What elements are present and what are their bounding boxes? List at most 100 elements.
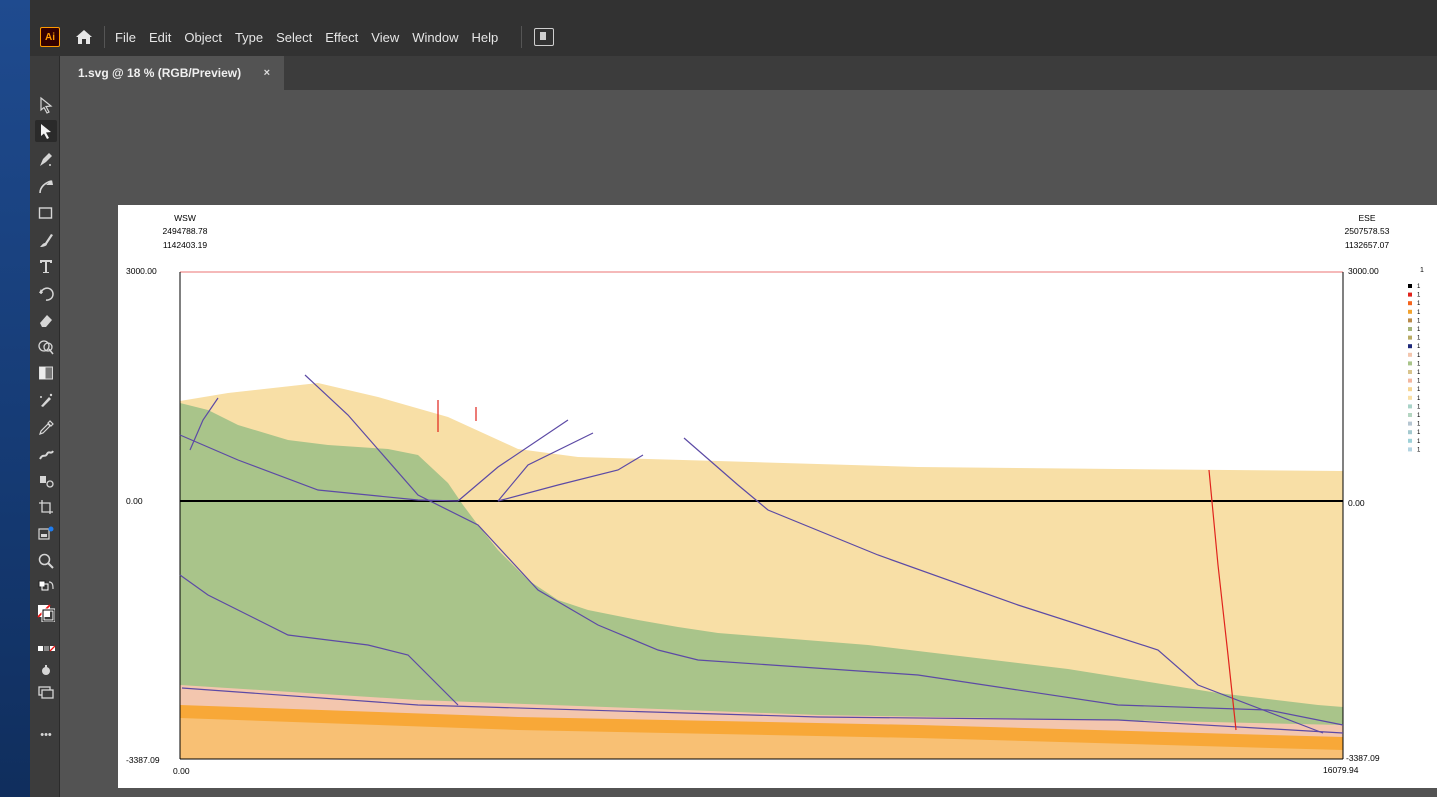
legend-label: 1	[1417, 318, 1421, 324]
color-mode-icon-glyph	[38, 645, 55, 652]
graph-tool-icon[interactable]	[35, 523, 57, 545]
menu-effect[interactable]: Effect	[325, 30, 358, 45]
arrange-documents-icon[interactable]	[534, 28, 555, 46]
pen-tool-icon-glyph	[40, 153, 52, 166]
rectangle-tool-icon[interactable]	[35, 202, 57, 224]
y-axis-zero-right-label: 0.00	[1348, 498, 1365, 508]
menu-edit[interactable]: Edit	[149, 30, 171, 45]
fill-stroke-icon-glyph	[37, 604, 55, 622]
legend-label: 1	[1417, 379, 1421, 385]
swap-fill-stroke-icon-glyph	[38, 580, 54, 591]
menu-file[interactable]: File	[115, 30, 136, 45]
legend-swatch	[1408, 292, 1412, 297]
menu-bar: Ai File Edit Object Type Select Effect V…	[30, 18, 1437, 56]
screen-mode-icon-glyph	[38, 686, 54, 699]
rotate-tool-icon[interactable]	[35, 283, 57, 305]
legend-swatch	[1408, 421, 1412, 426]
left-direction-label: WSW	[174, 213, 196, 223]
title-bar	[30, 0, 1437, 18]
menu-window[interactable]: Window	[412, 30, 458, 45]
eyedropper-blend-tool-icon-glyph	[40, 393, 53, 407]
selection-tool-icon[interactable]	[35, 94, 57, 116]
artboard-tool-icon[interactable]	[35, 496, 57, 518]
legend-label: 1	[1417, 447, 1421, 453]
legend-label: 1	[1417, 439, 1421, 445]
gradient-tool-icon[interactable]	[35, 362, 57, 384]
left-y-coordinate: 1142403.19	[162, 240, 208, 250]
blob-brush-tool-icon[interactable]	[35, 443, 57, 465]
legend-swatch	[1408, 413, 1412, 417]
eyedropper-tool-icon-glyph	[39, 420, 54, 435]
direct-selection-tool-icon-glyph	[41, 124, 51, 139]
type-tool-icon-glyph	[40, 260, 52, 273]
ai-logo-icon: Ai	[40, 27, 60, 47]
menu-type[interactable]: Type	[235, 30, 263, 45]
legend-label: 1	[1417, 301, 1421, 307]
color-mode-icon[interactable]	[35, 638, 57, 660]
graph-tool-icon-glyph	[38, 526, 54, 540]
legend-swatch	[1408, 352, 1412, 357]
direct-selection-tool-icon[interactable]	[35, 120, 57, 142]
menu-help[interactable]: Help	[471, 30, 498, 45]
menu-object[interactable]: Object	[184, 30, 222, 45]
fill-stroke-icon[interactable]	[35, 602, 57, 624]
document-tab-label: 1.svg @ 18 % (RGB/Preview)	[78, 66, 242, 80]
legend-label: 1	[1417, 353, 1421, 359]
shape-builder-tool-icon[interactable]	[35, 336, 57, 358]
paintbrush-tool-icon-glyph	[40, 234, 53, 247]
legend-swatch	[1408, 370, 1412, 374]
paintbrush-tool-icon[interactable]	[35, 229, 57, 251]
y-axis-bottom-right-label: -3387.09	[1346, 753, 1380, 763]
legend-label: 1	[1417, 344, 1421, 350]
more-tools-icon[interactable]: •••	[35, 724, 57, 746]
draw-mode-icon[interactable]	[35, 659, 57, 681]
close-tab-icon[interactable]: ×	[264, 67, 270, 79]
eraser-tool-icon-glyph	[40, 315, 52, 327]
screen-mode-icon[interactable]	[35, 681, 57, 703]
geological-cross-section: 1 1 1 1 1 1 1 1 1 1 1 1 1 1 1 1 1 1 1 1	[179, 271, 1421, 760]
x-axis-right-label: 16079.94	[1323, 765, 1359, 775]
curvature-tool-icon[interactable]	[35, 175, 57, 197]
legend-swatch	[1408, 430, 1412, 435]
rotate-tool-icon-glyph	[39, 287, 54, 301]
rectangle-tool-icon-glyph	[38, 207, 53, 219]
legend-swatch	[1408, 301, 1412, 306]
shape-builder-tool-icon-glyph	[38, 340, 54, 355]
legend-label: 1	[1417, 293, 1421, 299]
type-tool-icon[interactable]	[35, 255, 57, 277]
curvature-tool-icon-glyph	[39, 180, 53, 194]
symbol-sprayer-tool-icon[interactable]	[35, 470, 57, 492]
y-axis-bottom-left-label: -3387.09	[126, 755, 160, 765]
legend-swatch	[1408, 387, 1412, 392]
desktop-background	[0, 0, 30, 797]
illustrator-window: Ai File Edit Object Type Select Effect V…	[30, 0, 1437, 797]
legend-swatch	[1408, 404, 1412, 409]
legend-swatch	[1408, 318, 1412, 323]
home-icon[interactable]	[74, 27, 94, 47]
legend-label: 1	[1417, 284, 1421, 290]
legend-swatch	[1408, 361, 1412, 366]
menu-separator	[104, 26, 105, 48]
legend-swatch	[1408, 335, 1412, 340]
artboard-tool-icon-glyph	[39, 500, 53, 514]
legend-swatch	[1408, 438, 1412, 443]
eraser-tool-icon[interactable]	[35, 309, 57, 331]
legend-swatch	[1408, 344, 1412, 349]
document-tab[interactable]: 1.svg @ 18 % (RGB/Preview) ×	[60, 56, 284, 90]
eyedropper-tool-icon[interactable]	[35, 416, 57, 438]
swap-fill-stroke-icon[interactable]	[35, 577, 57, 599]
selection-tool-icon-glyph	[40, 96, 53, 114]
menu-select[interactable]: Select	[276, 30, 312, 45]
legend-label: 1	[1417, 413, 1421, 419]
menu-view[interactable]: View	[371, 30, 399, 45]
pen-tool-icon[interactable]	[35, 148, 57, 170]
legend-swatch	[1408, 378, 1412, 383]
menu-separator	[521, 26, 523, 48]
zoom-tool-icon[interactable]	[35, 550, 57, 572]
eyedropper-blend-tool-icon[interactable]	[35, 389, 57, 411]
legend-swatch	[1408, 284, 1412, 288]
x-axis-left-label: 0.00	[173, 766, 190, 776]
legend-label: 1	[1417, 387, 1421, 393]
y-axis-top-right-label: 3000.00	[1348, 266, 1379, 276]
legend-label: 1	[1417, 327, 1421, 333]
